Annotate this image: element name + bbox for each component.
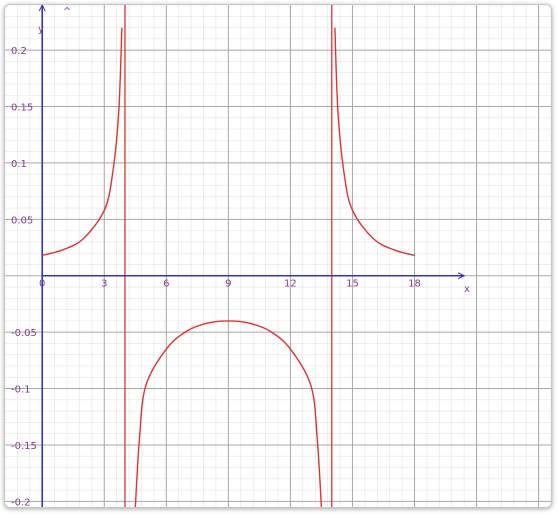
x-tick-label: 0 (39, 279, 45, 290)
graph-frame: 0 3 6 9 12 15 18 0.2 0.15 0.1 0.05 -0.05 -0.1 -0.15 -… (4, 4, 552, 508)
y-tick-label: -0.1 (11, 385, 31, 396)
y-tick-label: 0.1 (11, 159, 27, 170)
function-plot: 0 3 6 9 12 15 18 0.2 0.15 0.1 0.05 -0.05 -0.1 -0.15 -… (5, 5, 551, 507)
marker-labels: ^ (63, 7, 71, 18)
y-tick-label: 0.15 (11, 103, 33, 114)
x-tick-label: 6 (163, 279, 169, 290)
marker-label: ^ (63, 7, 71, 18)
y-tick-labels: 0.2 0.15 0.1 0.05 -0.05 -0.1 -0.15 -0.2 (11, 46, 37, 507)
y-tick-label: -0.2 (11, 497, 31, 507)
function-curve (334, 27, 415, 257)
y-tick-label: 0.05 (11, 215, 33, 226)
x-tick-label: 3 (101, 279, 107, 290)
y-tick-label: -0.05 (11, 328, 37, 339)
y-tick-label: 0.2 (11, 46, 27, 57)
x-tick-label: 12 (284, 279, 297, 290)
x-axis-label: x (464, 284, 470, 295)
y-axis-label: y (38, 24, 44, 35)
x-tick-labels: 0 3 6 9 12 15 18 (39, 279, 421, 290)
function-curve (42, 27, 123, 257)
x-tick-label: 9 (225, 279, 231, 290)
y-tick-label: -0.15 (11, 441, 37, 452)
minor-grid (5, 5, 551, 507)
axes (38, 5, 466, 507)
x-tick-label: 18 (408, 279, 421, 290)
x-tick-label: 15 (346, 279, 359, 290)
